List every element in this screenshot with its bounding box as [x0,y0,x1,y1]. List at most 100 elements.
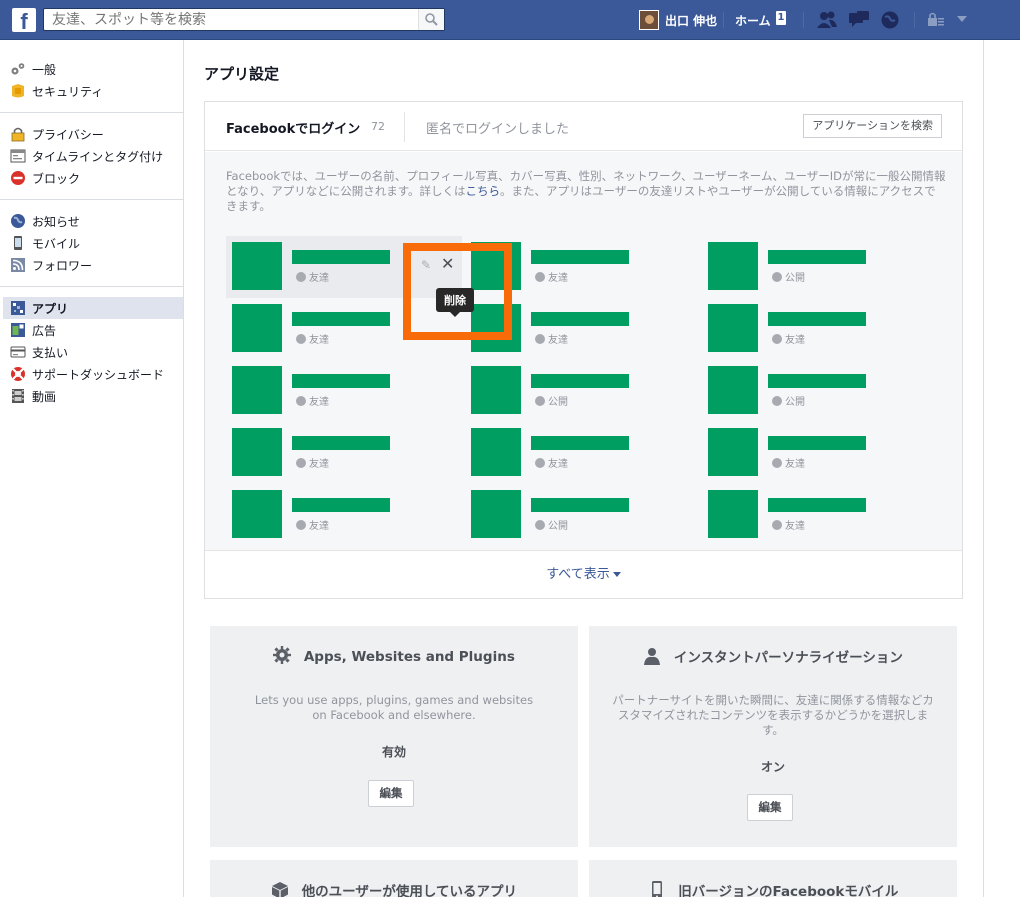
rss-icon [11,258,25,272]
sidebar-item-ads[interactable]: 広告 [0,319,183,341]
tab-separator [404,112,405,142]
tab-facebook-login-count: 72 [371,120,385,133]
app-name-redacted[interactable] [768,312,866,326]
app-name-redacted[interactable] [292,374,390,388]
sidebar-item-security[interactable]: セキュリティ [0,80,183,102]
sidebar-item-followers[interactable]: フォロワー [0,254,183,276]
messages-icon[interactable] [848,10,870,30]
show-all-link[interactable]: すべて表示 [205,550,962,598]
search-input[interactable] [44,9,414,30]
sidebar-item-label: お知らせ [32,214,80,229]
app-item[interactable]: 友達 [702,422,938,484]
app-name-redacted[interactable] [531,436,629,450]
app-item[interactable]: 友達 [702,484,938,546]
sidebar-item-general[interactable]: 一般 [0,58,183,80]
friends-icon [296,333,306,344]
app-privacy: 友達 [772,331,805,346]
friends-icon [772,457,782,468]
app-name-redacted[interactable] [292,498,390,512]
edit-button[interactable]: 編集 [368,780,414,807]
app-thumbnail[interactable] [232,428,282,476]
search-button[interactable] [418,9,444,30]
app-thumbnail[interactable] [708,490,758,538]
sidebar-item-support-dashboard[interactable]: サポートダッシュボード [0,363,183,385]
app-privacy-label: 友達 [548,335,568,346]
app-privacy: 公開 [772,393,805,408]
content-right-border [983,40,984,897]
sidebar-item-videos[interactable]: 動画 [0,385,183,407]
app-name-redacted[interactable] [292,312,390,326]
app-name-redacted[interactable] [292,436,390,450]
tab-facebook-login[interactable]: Facebookでログイン [226,118,360,137]
sidebar-item-block[interactable]: ブロック [0,167,183,189]
app-item[interactable]: 友達 [226,422,462,484]
friends-icon [772,333,782,344]
nav-separator [914,12,915,28]
app-name-redacted[interactable] [531,498,629,512]
app-thumbnail[interactable] [708,242,758,290]
notifications-globe-icon[interactable] [880,10,902,30]
card-description: Lets you use apps, plugins, games and we… [254,693,534,722]
app-name-redacted[interactable] [768,436,866,450]
globe-icon [11,214,25,228]
app-thumbnail[interactable] [471,366,521,414]
card-title-text: 旧バージョンのFacebookモバイル [678,884,899,897]
app-name-redacted[interactable] [531,250,629,264]
app-name-redacted[interactable] [292,250,390,264]
app-name-redacted[interactable] [768,250,866,264]
app-thumbnail[interactable] [708,428,758,476]
account-menu-chevron-down-icon[interactable] [957,16,967,22]
app-thumbnail[interactable] [471,428,521,476]
friends-icon [296,395,306,406]
sidebar-item-label: モバイル [32,236,81,251]
app-name-redacted[interactable] [531,312,629,326]
home-link[interactable]: ホーム [735,12,771,29]
app-item[interactable]: 友達 [465,422,701,484]
sidebar-item-label: 一般 [32,62,57,77]
search-icon [425,13,438,26]
app-item[interactable]: 友達 [702,298,938,360]
profile-link[interactable]: 出口 伸也 [639,9,717,31]
sidebar-item-notifications[interactable]: お知らせ [0,210,183,232]
app-thumbnail[interactable] [232,242,282,290]
home-count-badge: 1 [776,11,786,25]
app-item[interactable]: 公開 [702,360,938,422]
sidebar-item-payments[interactable]: 支払い [0,341,183,363]
app-item[interactable]: 友達 [226,484,462,546]
app-name-redacted[interactable] [768,498,866,512]
sidebar-item-apps[interactable]: アプリ [3,297,183,319]
friends-icon [535,271,545,282]
search-applications-button[interactable]: アプリケーションを検索 [803,114,942,138]
app-privacy-label: 友達 [785,521,805,532]
app-item[interactable]: 公開 [465,484,701,546]
nav-separator [803,12,804,28]
app-privacy-label: 友達 [309,521,329,532]
facebook-logo-icon[interactable]: f [12,8,36,32]
card-title-text: 他のユーザーが使用しているアプリ [301,884,518,897]
app-thumbnail[interactable] [232,304,282,352]
sidebar-item-timeline-tagging[interactable]: タイムラインとタグ付け [0,145,183,167]
app-item[interactable]: 友達 [226,360,462,422]
app-thumbnail[interactable] [708,366,758,414]
app-thumbnail[interactable] [232,366,282,414]
app-item[interactable]: 公開 [465,360,701,422]
app-privacy-label: 友達 [785,459,805,470]
app-thumbnail[interactable] [708,304,758,352]
learn-more-link[interactable]: こちら [466,184,501,198]
apps-panel: Facebookでログイン 72 匿名でログインしました アプリケーションを検索… [204,101,963,599]
sidebar-item-privacy[interactable]: プライバシー [0,123,183,145]
friend-requests-icon[interactable] [816,10,838,30]
app-privacy: 友達 [535,269,568,284]
app-privacy: 友達 [535,455,568,470]
app-name-redacted[interactable] [531,374,629,388]
app-item[interactable]: 公開 [702,236,938,298]
app-name-redacted[interactable] [768,374,866,388]
privacy-shortcuts-icon[interactable] [926,10,948,30]
app-thumbnail[interactable] [232,490,282,538]
app-thumbnail[interactable] [471,490,521,538]
tab-anonymous-login[interactable]: 匿名でログインしました [426,118,569,137]
friends-icon [296,271,306,282]
sidebar-item-mobile[interactable]: モバイル [0,232,183,254]
edit-button[interactable]: 編集 [747,794,793,821]
gear-icon [273,646,292,664]
